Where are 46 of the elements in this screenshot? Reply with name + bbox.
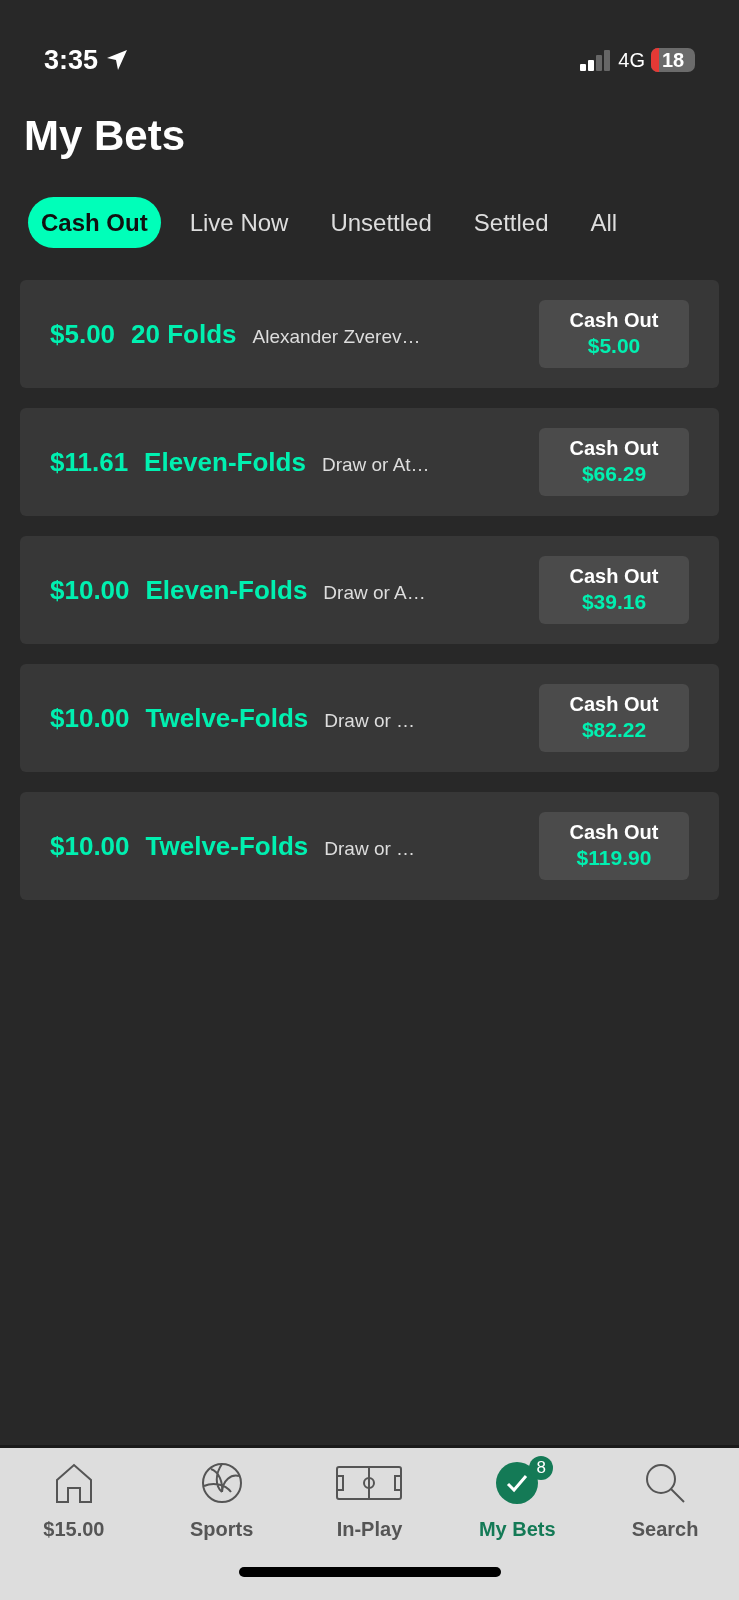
bet-type: Eleven-Folds — [145, 573, 308, 607]
bet-card[interactable]: $10.00 Twelve-Folds Draw or … Cash Out $119.90 — [20, 792, 719, 900]
bet-description: Draw or … — [324, 708, 416, 733]
bet-stake: $11.61 — [50, 445, 129, 479]
bet-card[interactable]: $5.00 20 Folds Alexander Zverev… Cash Out $5.00 — [20, 280, 719, 388]
cash-out-button[interactable]: Cash Out $5.00 — [539, 300, 689, 368]
filter-tab[interactable]: Cash Out — [28, 197, 161, 248]
home-icon — [53, 1462, 94, 1504]
bet-stake: $10.00 — [50, 829, 130, 863]
bet-stake: $5.00 — [50, 317, 116, 351]
cash-out-button[interactable]: Cash Out $39.16 — [539, 556, 689, 624]
bet-description: Draw or At… — [321, 452, 430, 477]
location-arrow-icon — [106, 49, 129, 71]
network-label: 4G — [618, 48, 645, 73]
cash-out-button[interactable]: Cash Out $82.22 — [539, 684, 689, 752]
filter-tab[interactable]: Live Now — [176, 197, 302, 248]
bet-description: Alexander Zverev… — [252, 324, 421, 349]
ball-icon — [200, 1462, 243, 1504]
nav-tab[interactable]: In-Play — [309, 1460, 430, 1544]
bet-card[interactable]: $10.00 Twelve-Folds Draw or … Cash Out $82.22 — [20, 664, 719, 772]
nav-tab[interactable]: Sports — [161, 1460, 282, 1544]
bet-description: Draw or A… — [323, 580, 426, 605]
search-icon — [644, 1462, 687, 1504]
bet-stake: $10.00 — [50, 701, 130, 735]
count-badge: 8 — [529, 1456, 554, 1480]
nav-tab[interactable]: $15.00 — [13, 1460, 134, 1544]
signal-icon — [580, 49, 613, 71]
checkmark-icon — [496, 1462, 539, 1504]
filter-tab[interactable]: Unsettled — [317, 197, 445, 248]
battery-indicator: 18 — [651, 48, 695, 72]
bet-card[interactable]: $10.00 Eleven-Folds Draw or A… Cash Out $39.16 — [20, 536, 719, 644]
bet-type: 20 Folds — [131, 317, 237, 351]
bet-type: Twelve-Folds — [145, 701, 309, 735]
page-title: My Bets — [23, 115, 187, 157]
pitch-icon — [336, 1466, 403, 1500]
filter-tab[interactable]: All — [577, 197, 631, 248]
bet-description: Draw or … — [324, 836, 416, 861]
nav-tab[interactable]: Search — [605, 1460, 726, 1544]
filter-tab[interactable]: Settled — [460, 197, 562, 248]
cash-out-button[interactable]: Cash Out $66.29 — [539, 428, 689, 496]
bet-type: Twelve-Folds — [145, 829, 309, 863]
cash-out-button[interactable]: Cash Out $119.90 — [539, 812, 689, 880]
bet-type: Eleven-Folds — [144, 445, 306, 479]
bet-stake: $10.00 — [50, 573, 130, 607]
status-time: 3:35 — [44, 43, 99, 77]
bet-card[interactable]: $11.61 Eleven-Folds Draw or At… Cash Out $66.29 — [20, 408, 719, 516]
